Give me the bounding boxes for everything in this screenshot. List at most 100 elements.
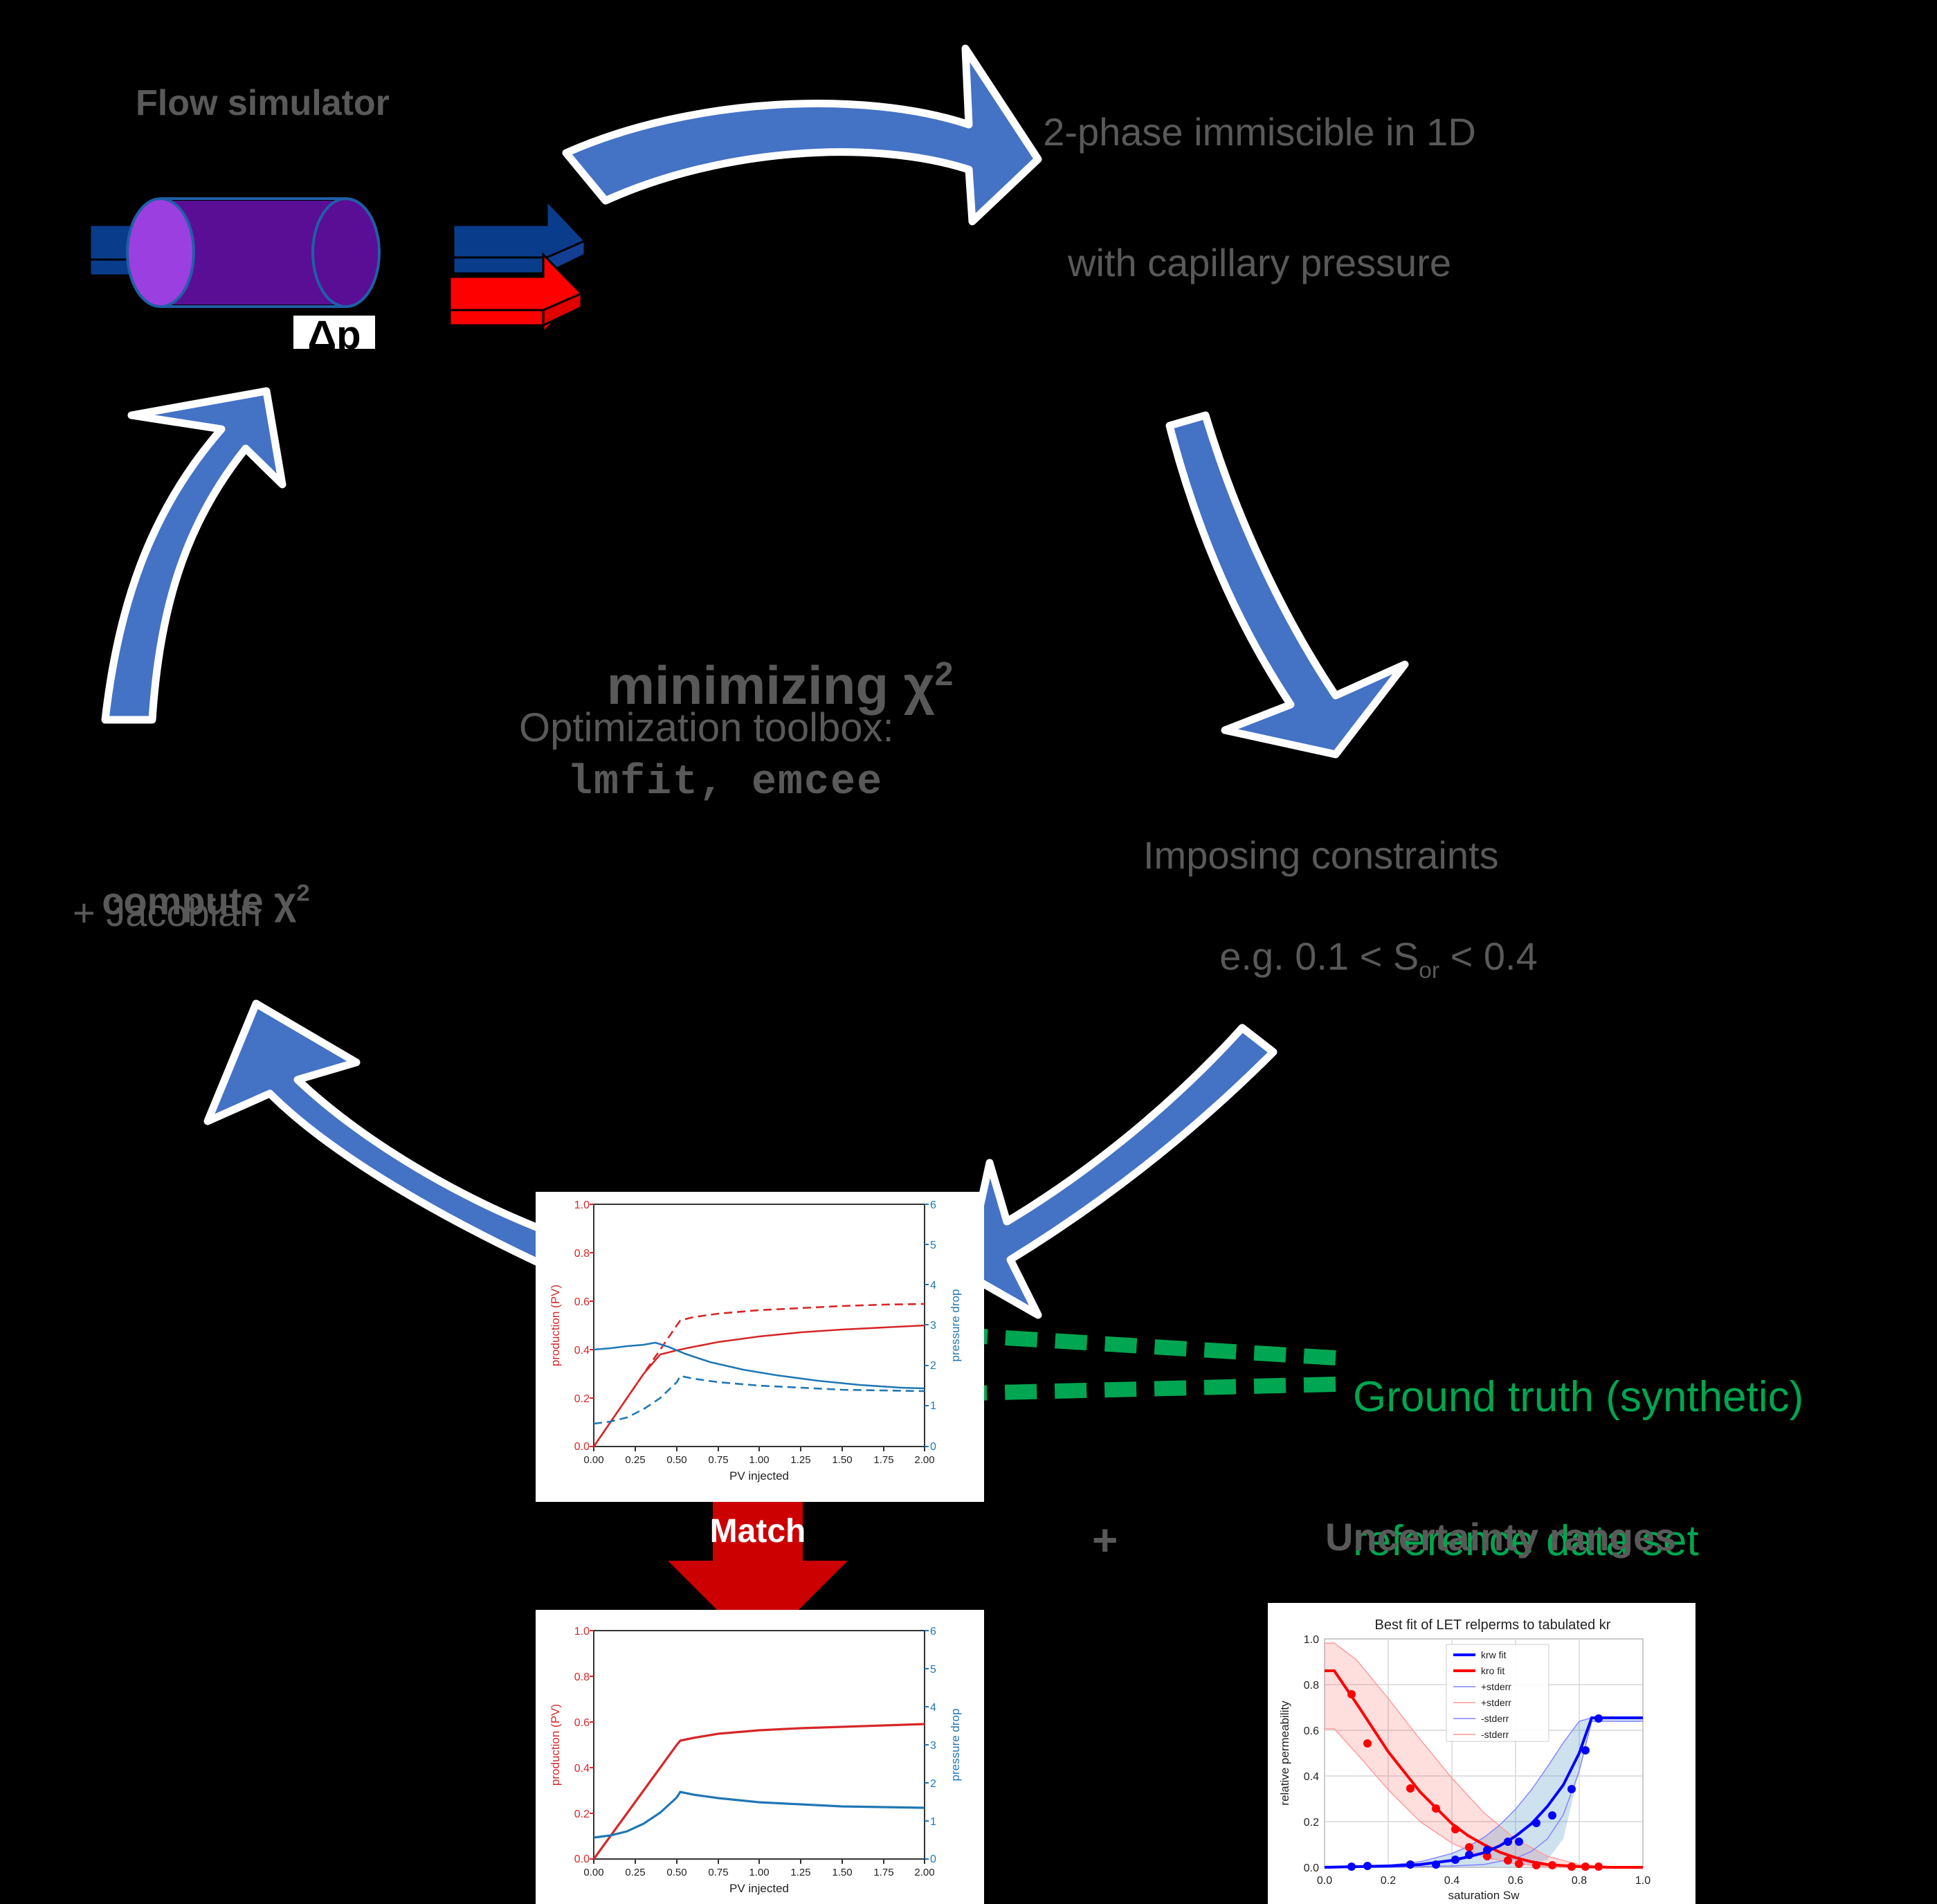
svg-text:1.50: 1.50 xyxy=(832,1867,852,1878)
optimization-toolbox-packages: lmfit, emcee xyxy=(567,759,884,806)
svg-text:0.8: 0.8 xyxy=(1304,1680,1319,1692)
pressure-drop-label: Δp xyxy=(293,316,375,349)
svg-text:0.2: 0.2 xyxy=(1304,1817,1319,1829)
ground-truth-line1: Ground truth (synthetic) xyxy=(1353,1372,1804,1421)
svg-text:0.6: 0.6 xyxy=(1304,1725,1319,1737)
svg-text:0.4: 0.4 xyxy=(1304,1771,1319,1783)
svg-text:0.25: 0.25 xyxy=(625,1454,645,1466)
svg-text:2: 2 xyxy=(930,1778,936,1790)
workflow-diagram-canvas: Flow simulator Δp 2-phase immiscible in … xyxy=(0,0,1937,1904)
svg-text:0.8: 0.8 xyxy=(574,1671,590,1683)
constraints-label: Imposing constraints xyxy=(1143,833,1499,877)
svg-text:pressure drop: pressure drop xyxy=(949,1289,962,1362)
svg-text:3: 3 xyxy=(930,1740,936,1752)
svg-text:0.00: 0.00 xyxy=(583,1867,603,1878)
chart-matched-production: 1.0 0.8 0.6 0.4 0.2 0.0 6 5 4 3 2 1 0 0.00 0.25 0.… xyxy=(536,1610,984,1904)
arrow-bottom-left xyxy=(203,999,572,1271)
svg-text:0.4: 0.4 xyxy=(574,1763,590,1775)
svg-text:+stderr: +stderr xyxy=(1481,1681,1511,1692)
svg-text:6: 6 xyxy=(930,1199,936,1211)
jacobian-label: + Jacobian xyxy=(73,891,262,934)
svg-text:4: 4 xyxy=(930,1280,936,1291)
svg-text:0.75: 0.75 xyxy=(708,1867,728,1878)
svg-text:+stderr: +stderr xyxy=(1481,1697,1511,1708)
svg-text:0.8: 0.8 xyxy=(1572,1875,1587,1887)
svg-text:0.6: 0.6 xyxy=(574,1717,590,1729)
arrow-bottom-right xyxy=(961,1024,1277,1319)
svg-text:0.4: 0.4 xyxy=(574,1345,590,1357)
svg-text:-stderr: -stderr xyxy=(1481,1729,1509,1740)
chart-legend: krw fit kro fit +stderr +stderr -stderr … xyxy=(1446,1644,1549,1742)
compute-chi2-superscript: 2 xyxy=(296,880,310,907)
svg-text:0.2: 0.2 xyxy=(1381,1875,1396,1887)
svg-text:0.0: 0.0 xyxy=(574,1441,590,1453)
svg-text:Best fit of LET relperms to ta: Best fit of LET relperms to tabulated kr xyxy=(1375,1617,1611,1633)
svg-text:1.00: 1.00 xyxy=(749,1454,769,1466)
svg-text:0.0: 0.0 xyxy=(1317,1875,1332,1887)
core-sample-cylinder-icon xyxy=(126,197,381,308)
svg-text:1.0: 1.0 xyxy=(574,1626,590,1638)
svg-text:production (PV): production (PV) xyxy=(549,1704,562,1786)
constraints-example: e.g. 0.1 < Sor < 0.4 xyxy=(1176,891,1538,1027)
svg-text:-stderr: -stderr xyxy=(1481,1713,1509,1724)
constraints-example-subscript: or xyxy=(1419,957,1440,983)
svg-text:1.50: 1.50 xyxy=(832,1454,852,1466)
optimization-toolbox-label: Optimization toolbox: xyxy=(519,705,894,750)
chart-ground-truth-production: 1.0 0.8 0.6 0.4 0.2 0.0 6 5 4 3 2 1 0 0.00 0… xyxy=(536,1192,984,1502)
svg-text:0.75: 0.75 xyxy=(708,1454,728,1466)
svg-text:1: 1 xyxy=(930,1400,936,1412)
svg-text:4: 4 xyxy=(930,1702,936,1714)
svg-text:2.00: 2.00 xyxy=(914,1867,934,1878)
model-description-line1: 2-phase immiscible in 1D xyxy=(1043,110,1476,154)
svg-text:0.4: 0.4 xyxy=(1444,1875,1459,1887)
svg-text:0.0: 0.0 xyxy=(574,1853,590,1865)
arrow-left-up xyxy=(101,387,287,724)
svg-text:1.25: 1.25 xyxy=(790,1454,810,1466)
uncertainty-ranges-label: Uncertainty ranges xyxy=(1325,1515,1677,1559)
svg-text:0.00: 0.00 xyxy=(583,1454,603,1466)
constraints-example-a: e.g. 0.1 < S xyxy=(1219,934,1419,978)
svg-text:1.75: 1.75 xyxy=(873,1867,893,1878)
svg-text:production (PV): production (PV) xyxy=(549,1285,562,1366)
outlet-water-arrow-icon xyxy=(452,198,587,283)
match-arrow-label: Match xyxy=(709,1513,806,1550)
svg-text:0.6: 0.6 xyxy=(574,1296,590,1308)
center-title-superscript: 2 xyxy=(934,655,954,693)
flow-simulator-title: Flow simulator xyxy=(136,83,390,123)
svg-text:0.2: 0.2 xyxy=(574,1393,590,1405)
svg-text:5: 5 xyxy=(930,1240,936,1251)
svg-text:1.25: 1.25 xyxy=(790,1867,810,1878)
svg-text:0: 0 xyxy=(930,1441,936,1453)
svg-text:1.0: 1.0 xyxy=(574,1199,590,1211)
svg-text:0.50: 0.50 xyxy=(666,1867,686,1878)
plus-symbol: + xyxy=(1092,1515,1118,1565)
svg-text:relative permeability: relative permeability xyxy=(1278,1701,1291,1806)
svg-text:PV injected: PV injected xyxy=(729,1469,789,1483)
svg-text:PV injected: PV injected xyxy=(729,1882,789,1895)
svg-text:0: 0 xyxy=(930,1853,936,1865)
model-description-line2: with capillary pressure xyxy=(1068,240,1451,284)
svg-text:1.0: 1.0 xyxy=(1635,1875,1650,1887)
constraints-example-b: < 0.4 xyxy=(1439,934,1538,978)
svg-text:3: 3 xyxy=(930,1320,936,1332)
chart-let-relperm-fit: Best fit of LET relperms to tabulated kr… xyxy=(1268,1603,1695,1904)
svg-text:6: 6 xyxy=(930,1626,936,1638)
svg-text:2.00: 2.00 xyxy=(914,1454,934,1466)
svg-text:kro fit: kro fit xyxy=(1481,1665,1504,1676)
svg-text:0.0: 0.0 xyxy=(1304,1862,1319,1874)
svg-text:5: 5 xyxy=(930,1664,936,1676)
svg-text:0.6: 0.6 xyxy=(1508,1875,1523,1887)
svg-text:1: 1 xyxy=(930,1816,936,1828)
svg-text:saturation Sw: saturation Sw xyxy=(1448,1889,1520,1902)
arrow-right-down xyxy=(1165,411,1409,759)
svg-text:0.25: 0.25 xyxy=(625,1867,645,1878)
svg-text:1.0: 1.0 xyxy=(1304,1634,1319,1646)
svg-text:2: 2 xyxy=(930,1360,936,1372)
arrow-top-curved xyxy=(562,44,1042,226)
svg-text:krw fit: krw fit xyxy=(1481,1649,1507,1660)
svg-text:1.00: 1.00 xyxy=(749,1867,769,1878)
svg-text:1.75: 1.75 xyxy=(873,1454,893,1466)
svg-text:0.8: 0.8 xyxy=(574,1248,590,1260)
svg-text:0.2: 0.2 xyxy=(574,1808,590,1820)
svg-text:0.50: 0.50 xyxy=(666,1454,686,1466)
